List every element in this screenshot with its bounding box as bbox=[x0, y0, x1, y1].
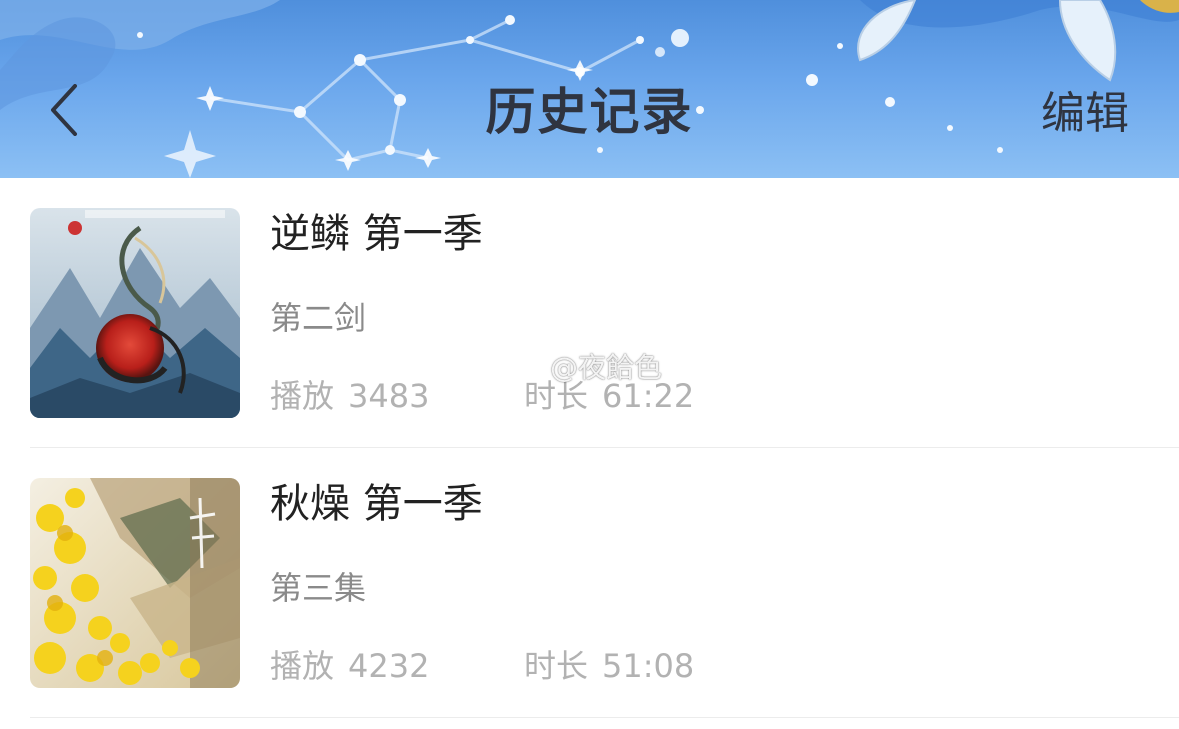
watermark-text: @夜餄色 bbox=[550, 351, 663, 384]
page-title: 历史记录 bbox=[485, 83, 694, 141]
play-count-value: 3483 bbox=[348, 377, 430, 415]
play-count-value: 4232 bbox=[348, 647, 430, 685]
cover-image bbox=[30, 208, 240, 418]
duration: 时长 51:08 bbox=[524, 644, 694, 688]
weibo-icon bbox=[500, 351, 542, 383]
item-title: 秋燥 第一季 bbox=[270, 481, 483, 527]
header-bar: 历史记录 编辑 bbox=[0, 0, 1179, 178]
list-item[interactable]: 逆鳞 第一季 第二剑 播放 3483 时长 61:22 bbox=[0, 178, 1179, 448]
cover-image bbox=[30, 478, 240, 688]
item-episode: 第三集 bbox=[270, 569, 367, 607]
play-count: 播放 4232 bbox=[270, 644, 429, 688]
play-count-label: 播放 bbox=[270, 377, 335, 415]
duration-label: 时长 bbox=[524, 647, 589, 685]
watermark: @夜餄色 bbox=[500, 346, 662, 386]
play-count: 播放 3483 bbox=[270, 374, 429, 418]
duration-value: 51:08 bbox=[602, 647, 695, 685]
play-count-label: 播放 bbox=[270, 647, 335, 685]
item-title: 逆鳞 第一季 bbox=[270, 211, 483, 257]
edit-button[interactable]: 编辑 bbox=[1041, 86, 1129, 142]
history-list: 逆鳞 第一季 第二剑 播放 3483 时长 61:22 秋燥 第一季 第三集 播… bbox=[0, 178, 1179, 718]
list-item[interactable]: 秋燥 第一季 第三集 播放 4232 时长 51:08 bbox=[0, 448, 1179, 718]
divider bbox=[30, 717, 1179, 718]
item-episode: 第二剑 bbox=[270, 299, 367, 337]
